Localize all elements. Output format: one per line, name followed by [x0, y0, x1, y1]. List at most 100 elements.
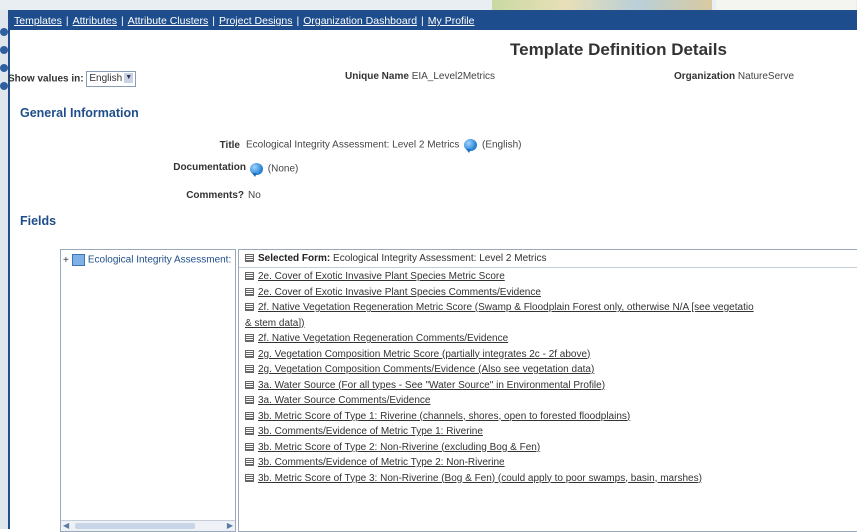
nav-separator: |: [421, 15, 424, 27]
page-title: Template Definition Details: [510, 40, 727, 59]
tree-horizontal-scrollbar[interactable]: ◀ ▶: [61, 520, 235, 531]
unique-name: Unique Name EIA_Level2Metrics: [345, 71, 495, 82]
field-row[interactable]: 2e. Cover of Exotic Invasive Plant Speci…: [239, 285, 857, 301]
field-row[interactable]: 2g. Vegetation Composition Metric Score …: [239, 347, 857, 363]
comments-label: Comments?: [186, 190, 244, 201]
field-list: 2e. Cover of Exotic Invasive Plant Speci…: [239, 269, 857, 486]
nav-separator: |: [212, 15, 215, 27]
field-icon: [245, 272, 254, 281]
organization-label: Organization: [674, 71, 736, 82]
form-icon: [245, 254, 254, 263]
title-value-row: Ecological Integrity Assessment: Level 2…: [246, 139, 522, 153]
background-dot: [0, 46, 8, 54]
field-icon: [245, 303, 254, 312]
speech-bubble-icon[interactable]: [464, 139, 478, 153]
field-link[interactable]: 3a. Water Source Comments/Evidence: [258, 395, 430, 406]
fields-tree-pane: + Ecological Integrity Assessment: Level …: [60, 249, 236, 532]
documentation-label: Documentation: [173, 162, 246, 173]
field-row[interactable]: 3b. Metric Score of Type 3: Non-Riverine…: [239, 471, 857, 487]
field-link[interactable]: 3b. Metric Score of Type 2: Non-Riverine…: [258, 442, 540, 453]
unique-name-label: Unique Name: [345, 71, 409, 82]
documentation-value: (None): [267, 163, 299, 175]
field-link[interactable]: 2f. Native Vegetation Regeneration Comme…: [258, 333, 508, 344]
background-dot: [0, 28, 8, 36]
field-row[interactable]: 3b. Comments/Evidence of Metric Type 2: …: [239, 455, 857, 471]
field-link[interactable]: 3b. Comments/Evidence of Metric Type 1: …: [258, 426, 483, 437]
selected-form-label: Selected Form:: [258, 253, 331, 264]
show-values-control: Show values in: English ▼: [8, 71, 137, 87]
nav-project-designs[interactable]: Project Designs: [219, 15, 293, 27]
show-values-label: Show values in:: [8, 73, 84, 85]
unique-name-value: EIA_Level2Metrics: [411, 71, 496, 82]
title-value: Ecological Integrity Assessment: Level 2…: [246, 139, 460, 151]
fields-form-pane: Selected Form: Ecological Integrity Asse…: [238, 249, 857, 532]
field-row-continuation[interactable]: & stem data]): [239, 316, 857, 332]
app-window: Templates | Attributes | Attribute Clusters |…: [8, 10, 857, 532]
field-row[interactable]: 2f. Native Vegetation Regeneration Metri…: [239, 300, 857, 316]
field-icon: [245, 334, 254, 343]
background-window-strip: [716, 0, 856, 10]
tree-item-form[interactable]: + Ecological Integrity Assessment: Level …: [63, 254, 233, 266]
nav-attributes[interactable]: Attributes: [73, 15, 117, 27]
title-label: Title: [219, 140, 240, 151]
tree-expand-toggle[interactable]: +: [63, 255, 69, 266]
field-link[interactable]: 3b. Metric Score of Type 1: Riverine (ch…: [258, 411, 630, 422]
scrollbar-thumb[interactable]: [75, 523, 195, 529]
field-link[interactable]: 3b. Comments/Evidence of Metric Type 2: …: [258, 457, 505, 468]
background-map-strip: [492, 0, 712, 10]
title-language: (English): [482, 139, 522, 151]
field-row[interactable]: 3b. Metric Score of Type 1: Riverine (ch…: [239, 409, 857, 425]
form-icon: [71, 254, 85, 266]
field-row[interactable]: 3b. Metric Score of Type 2: Non-Riverine…: [239, 440, 857, 456]
field-link[interactable]: 2g. Vegetation Composition Comments/Evid…: [258, 364, 594, 375]
nav-organization-dashboard[interactable]: Organization Dashboard: [303, 15, 417, 27]
general-information-heading: General Information: [20, 106, 139, 120]
field-icon: [245, 396, 254, 405]
nav-attribute-clusters[interactable]: Attribute Clusters: [128, 15, 209, 27]
top-nav-bar: Templates | Attributes | Attribute Clusters |…: [10, 12, 857, 30]
nav-my-profile[interactable]: My Profile: [428, 15, 475, 27]
documentation-value-row: (None): [248, 163, 299, 177]
speech-bubble-icon[interactable]: [250, 163, 263, 177]
scroll-left-icon[interactable]: ◀: [63, 521, 69, 531]
field-icon: [245, 380, 254, 389]
field-link[interactable]: 2e. Cover of Exotic Invasive Plant Speci…: [258, 287, 541, 298]
language-select-value: English: [89, 73, 123, 84]
field-link[interactable]: 3b. Metric Score of Type 3: Non-Riverine…: [258, 473, 702, 484]
field-icon: [245, 458, 254, 467]
field-link[interactable]: 2g. Vegetation Composition Metric Score …: [258, 349, 590, 360]
organization-value: NatureServe: [737, 71, 795, 82]
field-row[interactable]: 2e. Cover of Exotic Invasive Plant Speci…: [239, 269, 857, 285]
field-icon: [245, 411, 254, 420]
field-row[interactable]: 3b. Comments/Evidence of Metric Type 1: …: [239, 424, 857, 440]
background-dot: [0, 82, 8, 90]
field-row[interactable]: 2f. Native Vegetation Regeneration Comme…: [239, 331, 857, 347]
field-row[interactable]: 3a. Water Source (For all types - See "W…: [239, 378, 857, 394]
nav-separator: |: [65, 15, 69, 27]
field-row[interactable]: 3a. Water Source Comments/Evidence: [239, 393, 857, 409]
field-icon: [245, 442, 254, 451]
chevron-down-icon: ▼: [124, 73, 134, 84]
field-link[interactable]: 2e. Cover of Exotic Invasive Plant Speci…: [258, 271, 505, 282]
field-link[interactable]: 2f. Native Vegetation Regeneration Metri…: [258, 302, 754, 313]
field-icon: [245, 349, 254, 358]
field-link[interactable]: 3a. Water Source (For all types - See "W…: [258, 380, 605, 391]
organization: Organization NatureServe: [674, 71, 794, 82]
language-select[interactable]: English ▼: [86, 71, 137, 87]
field-icon: [245, 287, 254, 296]
selected-form-value: Ecological Integrity Assessment: Level 2…: [333, 253, 547, 264]
background-dot: [0, 64, 8, 72]
scroll-right-icon[interactable]: ▶: [227, 521, 233, 531]
field-icon: [245, 365, 254, 374]
tree-item-label: Ecological Integrity Assessment: Level 2…: [87, 254, 233, 266]
nav-templates[interactable]: Templates: [14, 15, 62, 27]
comments-value: No: [248, 190, 261, 201]
selected-form-header: Selected Form: Ecological Integrity Asse…: [239, 250, 857, 268]
field-row[interactable]: 2g. Vegetation Composition Comments/Evid…: [239, 362, 857, 378]
nav-separator: |: [296, 15, 300, 27]
nav-separator: |: [120, 15, 124, 27]
field-icon: [245, 473, 254, 482]
field-icon: [245, 427, 254, 436]
fields-heading: Fields: [20, 214, 57, 228]
field-link-continuation[interactable]: & stem data]): [245, 318, 304, 329]
